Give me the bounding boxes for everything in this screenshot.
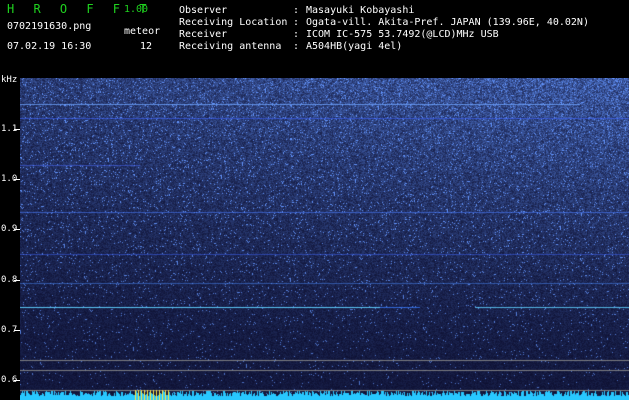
frequency-axis: kHz 1.1 1.0 0.9 0.8 0.7 0.6 <box>0 70 20 400</box>
colon: : <box>293 29 300 40</box>
antenna-value: A504HB(yagi 4el) <box>306 41 403 52</box>
location-label: Receiving Location <box>179 17 288 28</box>
spectrogram <box>20 78 629 400</box>
receiver-label: Receiver <box>179 29 228 40</box>
file-name: 0702191630.png <box>7 21 92 32</box>
location-value: Ogata-vill. Akita-Pref. JAPAN (139.96E, … <box>306 17 589 28</box>
colon: : <box>293 41 300 52</box>
observer-label: Observer <box>179 5 228 16</box>
receiver-value: ICOM IC-575 53.7492(@LCD)MHz USB <box>306 29 499 40</box>
spectrogram-canvas <box>20 78 629 400</box>
colon: : <box>293 17 300 28</box>
frequency-unit: kHz <box>1 75 18 85</box>
observer-value: Masayuki Kobayashi <box>306 5 415 16</box>
header: H R O F F T 1.00 0702191630.png meteor 0… <box>0 0 629 70</box>
meteor-count: 12 <box>140 41 153 52</box>
datetime: 07.02.19 16:30 <box>7 41 92 52</box>
app-version: 1.00 <box>124 4 149 15</box>
colon: : <box>293 5 300 16</box>
meteor-label: meteor <box>124 26 161 37</box>
antenna-label: Receiving antenna <box>179 41 282 52</box>
